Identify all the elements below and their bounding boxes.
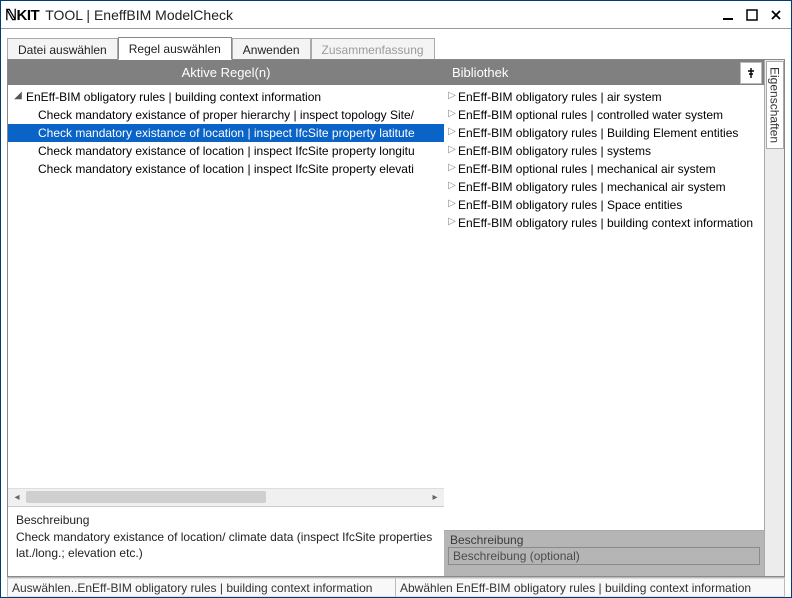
properties-vertical-tab-label: Eigenschaften (768, 67, 782, 143)
maximize-button[interactable] (741, 6, 763, 24)
expand-icon[interactable]: ▷ (446, 123, 458, 141)
rule-group[interactable]: ◢ EnEff-BIM obligatory rules | building … (8, 88, 444, 106)
library-item[interactable]: ▷EnEff-BIM obligatory rules | Space enti… (444, 196, 764, 214)
library-item-label: EnEff-BIM obligatory rules | air system (458, 88, 662, 106)
description-right: Beschreibung Beschreibung (optional) (444, 530, 764, 576)
horizontal-scrollbar[interactable]: ◂ ▸ (8, 488, 444, 506)
library-item-label: EnEff-BIM obligatory rules | building co… (458, 214, 753, 232)
tab-regel-auswaehlen[interactable]: Regel auswählen (118, 37, 232, 60)
minimize-button[interactable] (717, 6, 739, 24)
library-item-label: EnEff-BIM optional rules | mechanical ai… (458, 160, 716, 178)
active-rules-panel: Aktive Regel(n) ◢ EnEff-BIM obligatory r… (8, 60, 444, 576)
description-right-placeholder: Beschreibung (optional) (453, 549, 580, 563)
active-rules-header: Aktive Regel(n) (8, 60, 444, 86)
tab-zusammenfassung: Zusammenfassung (311, 38, 435, 60)
rule-item[interactable]: Check mandatory existance of proper hier… (8, 106, 444, 124)
active-rules-tree[interactable]: ◢ EnEff-BIM obligatory rules | building … (8, 86, 444, 488)
window-buttons (717, 6, 787, 24)
scroll-track[interactable] (26, 489, 426, 506)
collapse-icon[interactable]: ◢ (12, 88, 24, 105)
expand-icon[interactable]: ▷ (446, 159, 458, 177)
library-item[interactable]: ▷EnEff-BIM optional rules | mechanical a… (444, 160, 764, 178)
library-item[interactable]: ▷EnEff-BIM obligatory rules | building c… (444, 214, 764, 232)
rule-item-label: Check mandatory existance of location | … (12, 124, 415, 142)
titlebar: ℕKIT TOOL | EneffBIM ModelCheck (1, 1, 791, 29)
scroll-thumb[interactable] (26, 491, 266, 503)
library-item-label: EnEff-BIM optional rules | controlled wa… (458, 106, 723, 124)
library-item[interactable]: ▷EnEff-BIM obligatory rules | air system (444, 88, 764, 106)
expand-icon[interactable]: ▷ (446, 213, 458, 231)
library-item[interactable]: ▷EnEff-BIM optional rules | controlled w… (444, 106, 764, 124)
tab-content: Aktive Regel(n) ◢ EnEff-BIM obligatory r… (7, 59, 785, 577)
app-logo: ℕKIT (5, 6, 39, 24)
library-item-label: EnEff-BIM obligatory rules | Space entit… (458, 196, 682, 214)
expand-icon[interactable]: ▷ (446, 195, 458, 213)
description-left-body: Check mandatory existance of location/ c… (16, 529, 436, 561)
library-item-label: EnEff-BIM obligatory rules | mechanical … (458, 178, 726, 196)
expand-icon[interactable]: ▷ (446, 105, 458, 123)
library-item-label: EnEff-BIM obligatory rules | Building El… (458, 124, 738, 142)
library-item[interactable]: ▷EnEff-BIM obligatory rules | systems (444, 142, 764, 160)
properties-vertical-tab[interactable]: Eigenschaften (764, 60, 784, 576)
library-tree[interactable]: ▷EnEff-BIM obligatory rules | air system… (444, 86, 764, 530)
status-deselect-button[interactable]: Abwählen EnEff-BIM obligatory rules | bu… (396, 578, 785, 597)
client-area: Datei auswählen Regel auswählen Anwenden… (1, 29, 791, 597)
library-item[interactable]: ▷EnEff-BIM obligatory rules | mechanical… (444, 178, 764, 196)
scroll-left-icon[interactable]: ◂ (8, 489, 26, 506)
description-right-input[interactable]: Beschreibung (optional) (448, 547, 760, 565)
app-window: ℕKIT TOOL | EneffBIM ModelCheck Datei au… (0, 0, 792, 598)
status-select-button[interactable]: Auswählen..EnEff-BIM obligatory rules | … (7, 578, 396, 597)
tab-strip: Datei auswählen Regel auswählen Anwenden… (7, 35, 785, 59)
pin-button[interactable] (740, 62, 762, 84)
rule-item-label: Check mandatory existance of location | … (12, 160, 414, 178)
rule-item-label: Check mandatory existance of location | … (12, 142, 415, 160)
rule-group-label: EnEff-BIM obligatory rules | building co… (24, 88, 321, 106)
library-item[interactable]: ▷EnEff-BIM obligatory rules | Building E… (444, 124, 764, 142)
expand-icon[interactable]: ▷ (446, 141, 458, 159)
rule-item-label: Check mandatory existance of proper hier… (12, 106, 414, 124)
rule-item[interactable]: Check mandatory existance of location | … (8, 124, 444, 142)
rule-item[interactable]: Check mandatory existance of location | … (8, 142, 444, 160)
expand-icon[interactable]: ▷ (446, 177, 458, 195)
scroll-right-icon[interactable]: ▸ (426, 489, 444, 506)
app-title: TOOL | EneffBIM ModelCheck (45, 7, 233, 23)
tab-anwenden[interactable]: Anwenden (232, 38, 311, 60)
expand-icon[interactable]: ▷ (446, 87, 458, 105)
close-button[interactable] (765, 6, 787, 24)
rule-item[interactable]: Check mandatory existance of location | … (8, 160, 444, 178)
description-left-title: Beschreibung (16, 513, 436, 527)
tab-datei-auswaehlen[interactable]: Datei auswählen (7, 38, 118, 60)
status-bar: Auswählen..EnEff-BIM obligatory rules | … (7, 577, 785, 597)
library-item-label: EnEff-BIM obligatory rules | systems (458, 142, 651, 160)
library-panel: Bibliothek ▷EnEff-BIM obligatory rules |… (444, 60, 784, 576)
pin-icon (745, 67, 757, 79)
description-right-title: Beschreibung (444, 531, 764, 547)
description-left: Beschreibung Check mandatory existance o… (8, 506, 444, 576)
library-header: Bibliothek (444, 60, 764, 86)
library-header-label: Bibliothek (452, 65, 508, 80)
